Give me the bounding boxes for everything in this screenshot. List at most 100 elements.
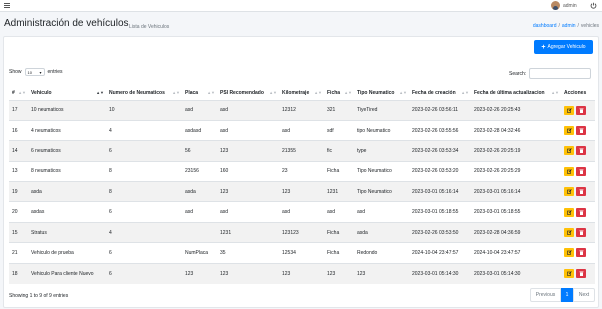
table-cell: fic (324, 140, 354, 162)
table-cell: 123 (354, 262, 409, 284)
edit-icon (566, 148, 572, 154)
table-cell: 2023-02-28 04:32:46 (471, 119, 561, 141)
table-cell: 2023-03-01 05:16:14 (409, 181, 471, 202)
table-row: 15 Stratus 4 1231 123123 Ficha asda 2023-02-26 … (9, 221, 595, 243)
column-header[interactable]: Fecha de creación ▲▼ (409, 86, 471, 101)
column-header[interactable]: Ficha ▲▼ (324, 86, 354, 101)
edit-icon (566, 169, 572, 174)
table-cell: 23156 (182, 160, 217, 182)
previous-page-button[interactable]: Previous (530, 288, 561, 302)
column-header[interactable]: Placa ▲▼ (182, 86, 217, 101)
edit-button[interactable] (564, 105, 574, 115)
table-cell: 4 (106, 221, 182, 243)
column-header[interactable]: Vehiculo ▲▼ (28, 86, 106, 101)
delete-button[interactable] (576, 146, 586, 156)
search: Search: (509, 68, 592, 79)
column-header-label: Placa (185, 89, 199, 96)
actions-cell (561, 160, 595, 182)
search-input[interactable] (529, 68, 592, 79)
show-label: Show (9, 69, 22, 75)
table-row: 14 6 neumaticos 6 56 123 21355 fic type 2023-02-… (9, 140, 595, 162)
column-header: Acciones (561, 86, 595, 101)
sort-icon: ▲▼ (269, 90, 277, 95)
delete-button[interactable] (576, 248, 586, 258)
edit-icon (566, 189, 572, 195)
column-header[interactable]: Numero de Neumaticos ▲▼ (106, 86, 182, 101)
delete-button[interactable] (576, 105, 586, 115)
delete-button[interactable] (576, 207, 586, 217)
edit-icon (566, 209, 572, 215)
sort-icon: ▲▼ (207, 90, 215, 95)
table-row: 19 asda 8 asda 123 123 1231 Tipo Neumatico 2023-… (9, 181, 595, 202)
page-title: Administración de vehículos (4, 18, 129, 29)
breadcrumb-admin[interactable]: admin (562, 23, 576, 29)
table-cell: 56 (182, 140, 217, 162)
edit-button[interactable] (564, 248, 574, 258)
column-header-label: Kilometraje (282, 89, 310, 96)
table-cell: asd (279, 201, 324, 223)
edit-button[interactable] (564, 207, 574, 217)
column-header[interactable]: Fecha de última actualizacion ▲▼ (471, 86, 561, 101)
table-row: 18 Vehiculo Para cliente Nuevo 6 123 123 123 1… (9, 262, 595, 284)
entries-label: entries (47, 69, 63, 75)
page-length-select[interactable]: 10 ▾ (24, 68, 45, 76)
edit-button[interactable] (564, 126, 574, 136)
topbar: admin (0, 0, 602, 12)
table-cell: asd (182, 99, 217, 121)
table-cell: asd (217, 201, 279, 223)
table-cell: 2023-03-01 05:18:55 (409, 201, 471, 223)
table-cell: 123 (217, 262, 279, 284)
username[interactable]: admin (563, 3, 577, 9)
sort-icon: ▲▼ (344, 90, 352, 95)
delete-button[interactable] (576, 187, 586, 197)
trash-icon (579, 210, 583, 215)
table-cell (182, 221, 217, 243)
edit-icon (566, 271, 572, 276)
delete-button[interactable] (576, 166, 586, 176)
delete-button[interactable] (576, 126, 586, 136)
table-cell: 2023-03-01 05:14:30 (409, 262, 471, 284)
hamburger-icon[interactable] (4, 3, 10, 8)
delete-button[interactable] (576, 269, 586, 279)
vehicles-table: # ▲▼ Vehiculo ▲▼ Numero de Neumaticos ▲▼ Placa… (9, 86, 595, 284)
edit-button[interactable] (564, 146, 574, 156)
page-length-value: 10 (27, 69, 32, 75)
sort-icon: ▲▼ (314, 90, 322, 95)
edit-icon (566, 230, 572, 235)
table-cell: Ficha (324, 242, 354, 264)
avatar[interactable] (551, 1, 560, 10)
table-cell: 19 (9, 181, 28, 202)
sort-icon: ▲▼ (172, 90, 180, 95)
column-header[interactable]: Tipo Neumatico ▲▼ (354, 86, 409, 101)
table-cell: 123 (279, 262, 324, 284)
column-header-label: Fecha de última actualizacion (474, 89, 545, 96)
power-icon[interactable] (590, 2, 597, 9)
table-cell: NumPlaca (182, 242, 217, 264)
current-page-button[interactable]: 1 (561, 288, 573, 302)
column-header[interactable]: # ▲▼ (9, 86, 28, 101)
actions-cell (561, 201, 595, 223)
actions-cell (561, 242, 595, 264)
table-cell: 10 (106, 99, 182, 121)
edit-button[interactable] (564, 166, 574, 176)
table-cell: 123123 (279, 221, 324, 243)
table-cell: 21355 (279, 140, 324, 162)
edit-icon (566, 250, 572, 256)
next-page-button[interactable]: Next (573, 288, 595, 302)
edit-button[interactable] (564, 228, 574, 238)
column-header[interactable]: PSI Recomendado ▲▼ (217, 86, 279, 101)
actions-cell (561, 181, 595, 202)
table-cell: 8 (106, 160, 182, 182)
column-header-label: Ficha (327, 89, 341, 96)
table-cell: asda (354, 221, 409, 243)
table-cell: 17 (9, 99, 28, 121)
table-cell: 21 (9, 242, 28, 264)
delete-button[interactable] (576, 228, 586, 238)
edit-button[interactable] (564, 269, 574, 279)
column-header[interactable]: Kilometraje ▲▼ (279, 86, 324, 101)
breadcrumb-dashboard[interactable]: dashboard (533, 23, 557, 29)
edit-button[interactable] (564, 187, 574, 197)
add-vehicle-button[interactable]: + Agregar Vehiculo (534, 40, 593, 54)
table-cell: Tipo Neumatico (354, 181, 409, 202)
table-cell: 13 (9, 160, 28, 182)
